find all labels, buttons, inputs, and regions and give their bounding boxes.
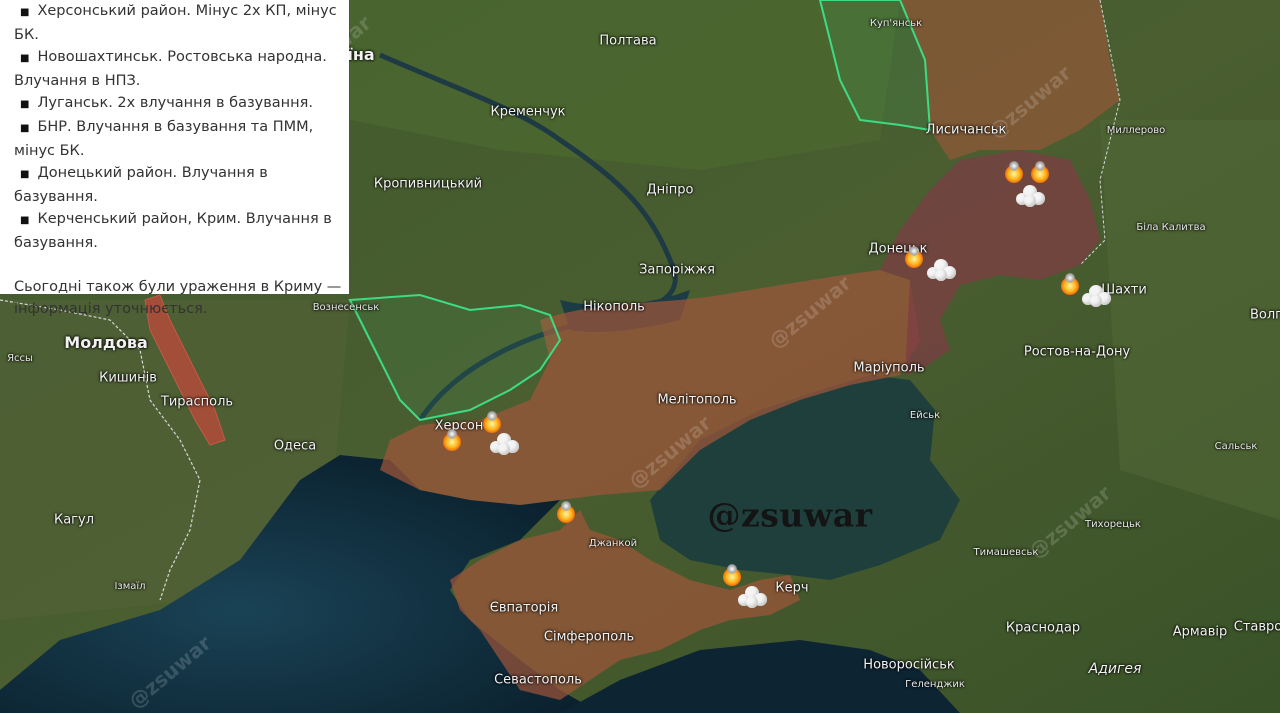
place-label-simferopol: Сімферополь: [543, 629, 635, 645]
bullet-icon: ■: [20, 99, 30, 110]
place-label-timashevsk: Тимашевськ: [973, 547, 1039, 558]
place-label-sevastopol: Севастополь: [494, 672, 582, 688]
place-label-bila-kalytva: Біла Калитва: [1136, 222, 1206, 233]
place-label-stavropol: Ставро: [1233, 619, 1280, 635]
report-item: ■ Керченський район, Крим. Влучання в баз…: [14, 211, 332, 251]
explosion-icon: [443, 429, 469, 459]
report-item: ■ Донецький район. Влучання в базування.: [14, 165, 268, 205]
place-label-chisinau: Кишинів: [99, 370, 157, 386]
smoke-icon: [488, 431, 522, 457]
place-label-krasnodar: Краснодар: [1005, 620, 1081, 636]
bullet-icon: ■: [20, 7, 30, 18]
place-label-tikhoretsk: Тихорецьк: [1085, 519, 1141, 530]
place-label-armavir: Армавір: [1172, 624, 1228, 640]
place-label-rostov: Ростов-на-Дону: [1023, 344, 1131, 360]
place-label-kropyvnytskyi: Кропивницький: [373, 176, 483, 192]
place-label-ukraine: їна: [347, 45, 375, 64]
place-label-nikopol: Нікополь: [583, 299, 645, 315]
explosion-icon: [557, 501, 583, 531]
place-label-poltava: Полтава: [599, 33, 657, 49]
place-label-salsk: Сальськ: [1214, 441, 1258, 452]
place-label-zaporizhzhia: Запоріжжя: [639, 262, 715, 278]
place-label-kherson: Херсон: [434, 418, 484, 434]
place-label-novorossiysk: Новоросійськ: [863, 657, 955, 673]
place-label-dzhankoi: Джанкой: [588, 538, 638, 549]
bullet-icon: ■: [20, 215, 30, 226]
place-label-melitopol: Мелітополь: [657, 392, 737, 408]
place-label-moldova: Молдова: [64, 333, 148, 352]
watermark: @zsuwar: [707, 495, 873, 535]
place-label-izmail: Ізмаїл: [114, 581, 146, 592]
smoke-icon: [736, 584, 770, 610]
report-item: ■ Херсонський район. Мінус 2х КП, мінус Б…: [14, 3, 337, 43]
bullet-icon: ■: [20, 169, 30, 180]
place-label-tiraspol: Тирасполь: [160, 394, 234, 410]
place-label-kupiansk: Куп'янськ: [869, 18, 923, 29]
smoke-icon: [1080, 283, 1114, 309]
report-note: Сьогодні також були ураження в Криму — і…: [14, 279, 342, 317]
place-label-gelendzhik: Геленджик: [905, 679, 965, 690]
place-label-kerch: Керч: [775, 580, 809, 596]
place-label-millerovo: Миллерово: [1106, 125, 1166, 136]
place-label-odesa: Одеса: [273, 438, 317, 454]
report-item: ■ Луганськ. 2х влучання в базування.: [20, 95, 313, 111]
place-label-lysychansk: Лисичанськ: [925, 122, 1007, 138]
place-label-cahul: Кагул: [53, 512, 95, 528]
report-item: ■ БНР. Влучання в базування та ПММ, мінус…: [14, 119, 314, 159]
place-label-adygea: Адигея: [1088, 661, 1142, 677]
bullet-icon: ■: [20, 123, 30, 134]
place-label-yevpatoria: Євпаторія: [489, 600, 559, 616]
place-label-iasi: Яссы: [7, 353, 33, 364]
place-label-mariupol: Маріуполь: [853, 360, 925, 376]
place-label-yeysk: Ейськ: [909, 410, 941, 421]
place-label-kremenchuk: Кременчук: [490, 104, 566, 120]
place-label-dnipro: Дніпро: [646, 182, 694, 198]
report-item: ■ Новошахтинськ. Ростовська народна. Влуч…: [14, 49, 327, 89]
bullet-icon: ■: [20, 53, 30, 64]
place-label-volgodonsk: Волг: [1249, 307, 1280, 323]
info-panel: ■ Херсонський район. Мінус 2х КП, мінус Б…: [0, 0, 349, 317]
smoke-icon: [1014, 183, 1048, 209]
smoke-icon: [925, 257, 959, 283]
